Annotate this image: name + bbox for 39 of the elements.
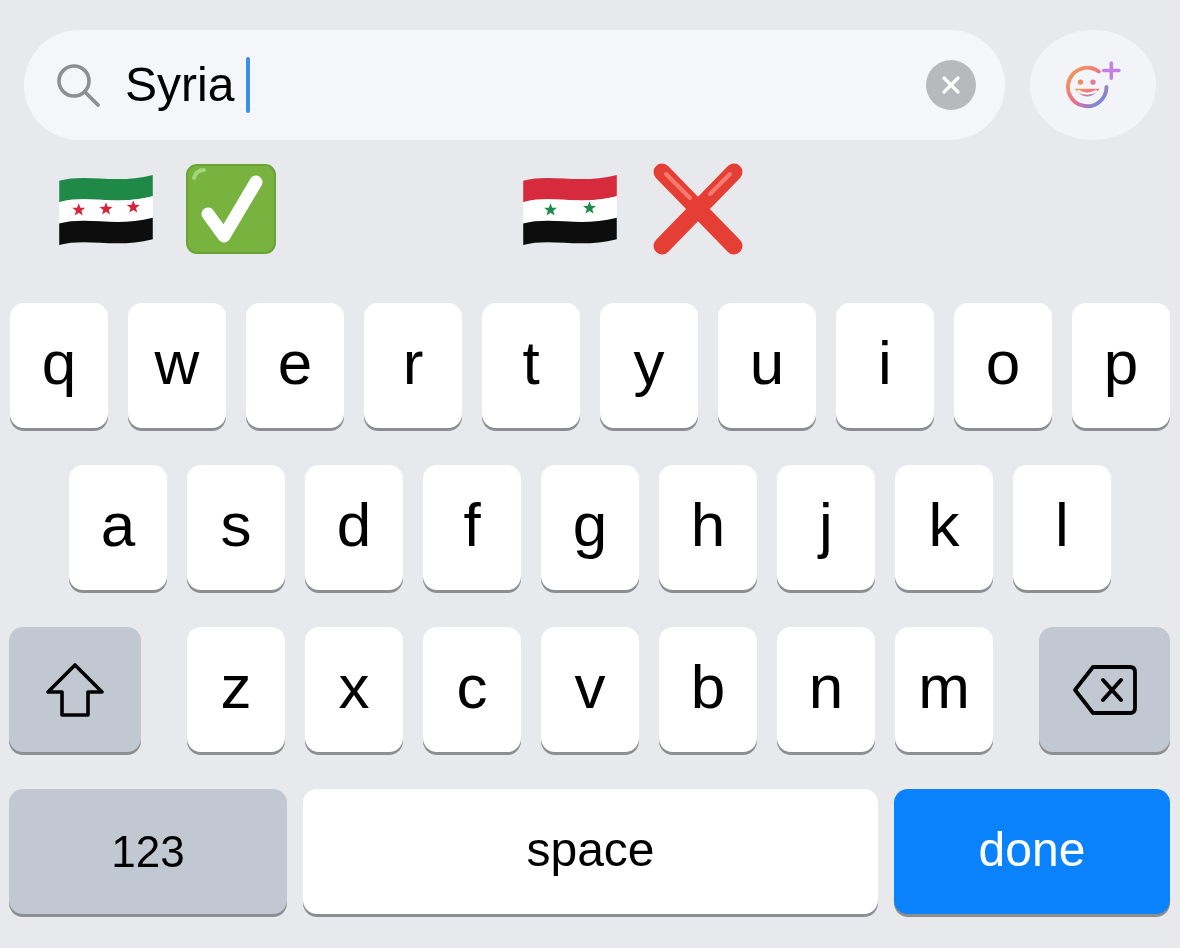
letter-key[interactable]: j bbox=[777, 465, 875, 590]
letter-key[interactable]: z bbox=[187, 627, 285, 752]
letter-key[interactable]: x bbox=[305, 627, 403, 752]
letter-key[interactable]: h bbox=[659, 465, 757, 590]
letter-key[interactable]: m bbox=[895, 627, 993, 752]
done-button[interactable]: done bbox=[894, 789, 1170, 914]
letter-key[interactable]: u bbox=[718, 303, 816, 428]
letter-key[interactable]: f bbox=[423, 465, 521, 590]
letter-key[interactable]: c bbox=[423, 627, 521, 752]
letter-key[interactable]: w bbox=[128, 303, 226, 428]
letter-key[interactable]: g bbox=[541, 465, 639, 590]
letter-key[interactable]: p bbox=[1072, 303, 1170, 428]
letter-key[interactable]: r bbox=[364, 303, 462, 428]
space-bar[interactable]: space bbox=[303, 789, 878, 914]
checkmark-icon[interactable] bbox=[186, 164, 276, 254]
search-field[interactable]: Syria bbox=[24, 30, 1005, 140]
delete-icon bbox=[1071, 663, 1138, 716]
letter-key[interactable]: e bbox=[246, 303, 344, 428]
search-icon bbox=[55, 62, 101, 108]
close-icon bbox=[941, 75, 961, 95]
letter-key[interactable]: k bbox=[895, 465, 993, 590]
letter-key[interactable]: v bbox=[541, 627, 639, 752]
letter-key[interactable]: o bbox=[954, 303, 1052, 428]
letter-key[interactable]: s bbox=[187, 465, 285, 590]
shift-icon bbox=[45, 661, 105, 718]
smiley-plus-icon bbox=[1064, 60, 1122, 110]
delete-key[interactable] bbox=[1039, 627, 1170, 752]
letter-key[interactable]: q bbox=[10, 303, 108, 428]
letter-key[interactable]: t bbox=[482, 303, 580, 428]
search-text: Syria bbox=[125, 61, 235, 109]
letter-key[interactable]: b bbox=[659, 627, 757, 752]
letter-key[interactable]: l bbox=[1013, 465, 1111, 590]
letter-key[interactable]: i bbox=[836, 303, 934, 428]
letter-key[interactable]: a bbox=[69, 465, 167, 590]
letter-key[interactable]: n bbox=[777, 627, 875, 752]
letter-key[interactable]: y bbox=[600, 303, 698, 428]
shift-key[interactable] bbox=[9, 627, 141, 752]
letter-key[interactable]: d bbox=[305, 465, 403, 590]
numbers-key[interactable]: 123 bbox=[9, 789, 287, 914]
